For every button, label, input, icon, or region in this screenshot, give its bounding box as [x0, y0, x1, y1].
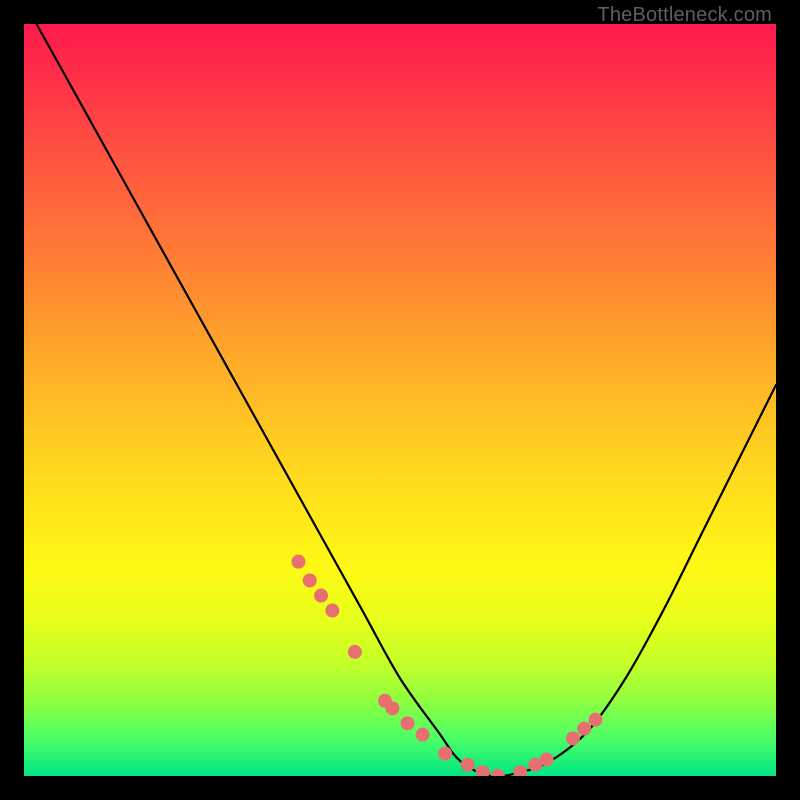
sample-dot [416, 728, 430, 742]
sample-dot [314, 589, 328, 603]
sample-dot [577, 722, 591, 736]
sample-dot [291, 555, 305, 569]
sample-dot [401, 716, 415, 730]
sample-dot [566, 731, 580, 745]
bottleneck-curve [24, 24, 776, 776]
sample-dot [385, 701, 399, 715]
sample-dot [303, 573, 317, 587]
sample-dot [348, 645, 362, 659]
chart-frame: TheBottleneck.com [0, 0, 800, 800]
sample-dot [513, 765, 527, 776]
sample-dot [461, 758, 475, 772]
sample-dot [540, 752, 554, 766]
sample-dot [589, 713, 603, 727]
sample-dot [438, 746, 452, 760]
sample-dot [325, 604, 339, 618]
plot-area [24, 24, 776, 776]
watermark-text: TheBottleneck.com [597, 4, 772, 27]
sample-dot [476, 765, 490, 776]
sample-dot [491, 769, 505, 776]
chart-svg [24, 24, 776, 776]
